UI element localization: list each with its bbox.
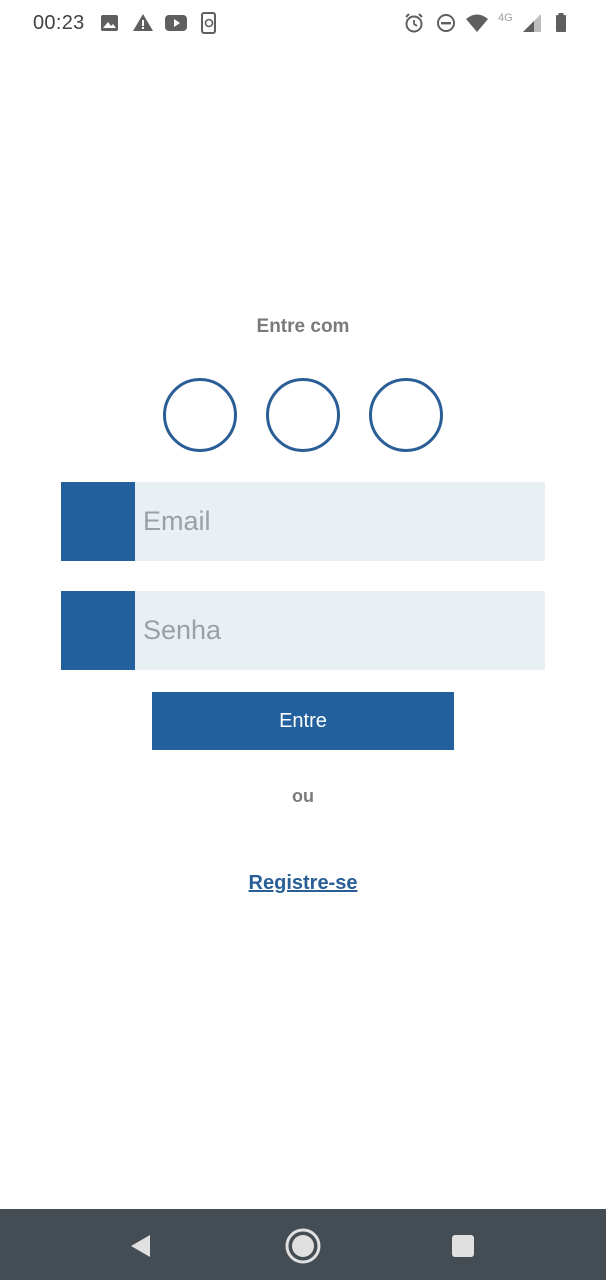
social-login-button-3[interactable] [369,378,443,452]
phone-sync-icon [201,12,216,34]
login-button[interactable]: Entre [152,692,454,750]
status-bar: 00:23 4G [0,0,606,48]
email-field-icon [61,482,135,561]
password-field-icon [61,591,135,670]
navigation-bar [0,1209,606,1280]
warning-icon [133,14,153,31]
status-time: 00:23 [33,12,85,34]
alarm-icon [405,13,423,33]
back-icon[interactable] [120,1226,160,1266]
signal-icon [523,14,541,32]
social-login-button-2[interactable] [266,378,340,452]
image-icon [101,15,118,31]
register-row: Registre-se [0,872,606,895]
password-input[interactable] [135,591,545,670]
do-not-disturb-icon [437,14,455,32]
email-input[interactable] [135,482,545,561]
network-type-label: 4G [498,12,513,24]
wifi-icon [466,14,488,32]
recents-icon[interactable] [443,1226,483,1266]
social-login-row [0,378,606,452]
separator-text: ou [292,786,314,806]
email-field [61,482,545,561]
password-field [61,591,545,670]
social-login-button-1[interactable] [163,378,237,452]
login-heading: Entre com [256,316,350,337]
home-icon[interactable] [283,1226,323,1266]
battery-icon [556,13,566,32]
youtube-icon [165,15,187,31]
register-link[interactable]: Registre-se [249,872,358,894]
